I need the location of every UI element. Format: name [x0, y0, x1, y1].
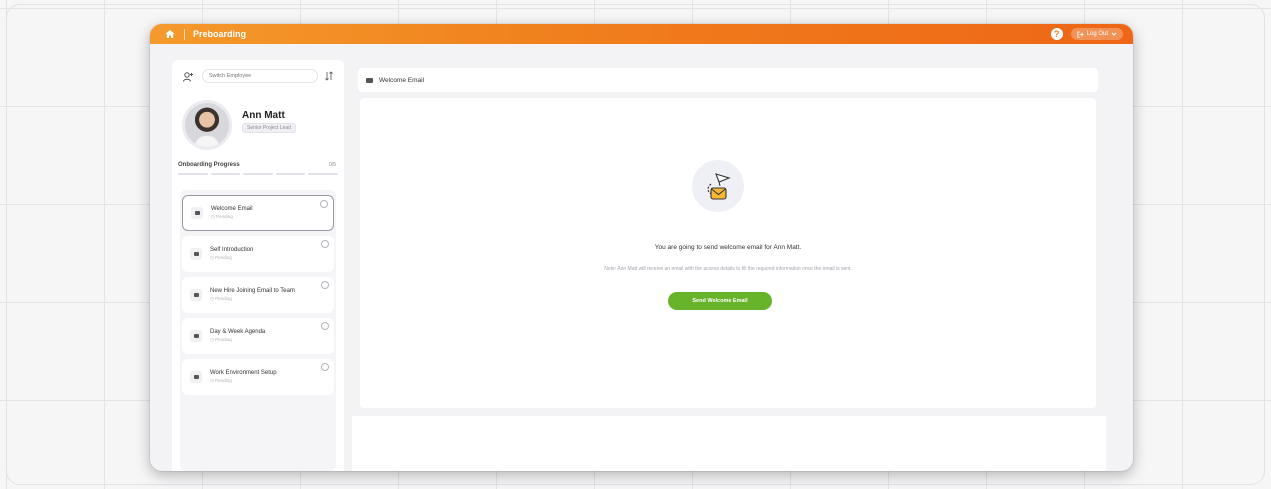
step-status: ◷ Pending	[211, 214, 233, 219]
app-window: Preboarding ? Log Out Ann Matt Senior Pr…	[150, 24, 1133, 471]
content-footer-area	[352, 416, 1106, 471]
chevron-down-icon	[1111, 32, 1117, 36]
step-item-new-hire-joining-email[interactable]: New Hire Joining Email to Team ◷ Pending	[182, 277, 334, 313]
step-title: Self Introduction	[210, 247, 254, 253]
progress-bar	[178, 173, 338, 176]
avatar	[182, 100, 232, 150]
step-radio[interactable]	[320, 200, 328, 208]
step-radio[interactable]	[321, 363, 329, 371]
send-welcome-email-button[interactable]: Send Welcome Email	[668, 292, 772, 310]
home-icon[interactable]	[164, 28, 176, 40]
step-title: Day & Week Agenda	[210, 329, 266, 335]
step-status: ◷ Pending	[210, 337, 232, 342]
step-radio[interactable]	[321, 281, 329, 289]
logout-icon	[1077, 30, 1084, 38]
employee-switch-row	[182, 68, 334, 84]
step-radio[interactable]	[321, 240, 329, 248]
step-list: Welcome Email ◷ Pending Self Introductio…	[180, 190, 336, 471]
intro-icon	[190, 248, 202, 260]
welcome-email-panel: You are going to send welcome email for …	[360, 98, 1096, 408]
add-user-icon[interactable]	[182, 70, 194, 82]
note-text: Note: Ann Matt will receive an email wit…	[604, 266, 852, 272]
sidebar: Ann Matt Senior Project Lead Onboarding …	[172, 60, 344, 471]
confirmation-message: You are going to send welcome email for …	[654, 244, 802, 251]
document-icon	[190, 371, 202, 383]
agenda-icon	[190, 330, 202, 342]
step-item-welcome-email[interactable]: Welcome Email ◷ Pending	[182, 195, 334, 231]
topbar-divider	[184, 28, 185, 40]
progress-count: 0/5	[329, 162, 336, 168]
step-item-self-introduction[interactable]: Self Introduction ◷ Pending	[182, 236, 334, 272]
step-item-work-environment-setup[interactable]: Work Environment Setup ◷ Pending	[182, 359, 334, 395]
help-button[interactable]: ?	[1050, 28, 1063, 40]
switch-employee-input[interactable]	[202, 69, 318, 83]
mail-icon	[191, 207, 203, 219]
sort-icon[interactable]	[324, 70, 334, 82]
step-radio[interactable]	[321, 322, 329, 330]
content-header: Welcome Email	[358, 68, 1098, 92]
step-title: Welcome Email	[211, 206, 253, 212]
mail-icon	[366, 77, 373, 83]
progress-label: Onboarding Progress	[178, 162, 240, 168]
logout-button[interactable]: Log Out	[1070, 28, 1123, 40]
step-item-day-week-agenda[interactable]: Day & Week Agenda ◷ Pending	[182, 318, 334, 354]
top-bar: Preboarding ? Log Out	[150, 24, 1133, 44]
step-status: ◷ Pending	[210, 255, 232, 260]
employee-role-badge: Senior Project Lead	[242, 123, 296, 133]
app-title: Preboarding	[193, 29, 247, 39]
step-status: ◷ Pending	[210, 296, 232, 301]
step-status: ◷ Pending	[210, 378, 232, 383]
step-title: Work Environment Setup	[210, 370, 277, 376]
logout-label: Log Out	[1086, 31, 1108, 37]
employee-name: Ann Matt	[242, 110, 285, 121]
mail-icon	[190, 289, 202, 301]
step-title: New Hire Joining Email to Team	[210, 288, 295, 294]
send-mail-icon	[692, 160, 744, 212]
page-title: Welcome Email	[379, 76, 425, 84]
